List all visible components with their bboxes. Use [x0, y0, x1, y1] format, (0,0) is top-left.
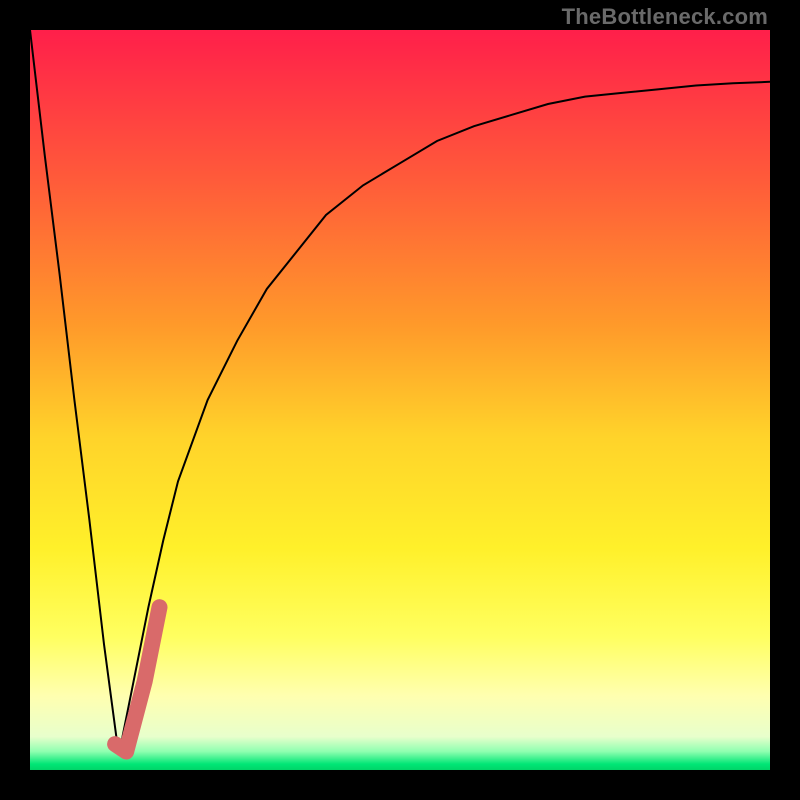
chart-frame: TheBottleneck.com	[0, 0, 800, 800]
highlight-marker	[115, 607, 159, 751]
plot-area	[30, 30, 770, 770]
right-branch-line	[119, 82, 770, 755]
curve-layer	[30, 30, 770, 770]
watermark-text: TheBottleneck.com	[562, 4, 768, 30]
left-branch-line	[30, 30, 119, 755]
